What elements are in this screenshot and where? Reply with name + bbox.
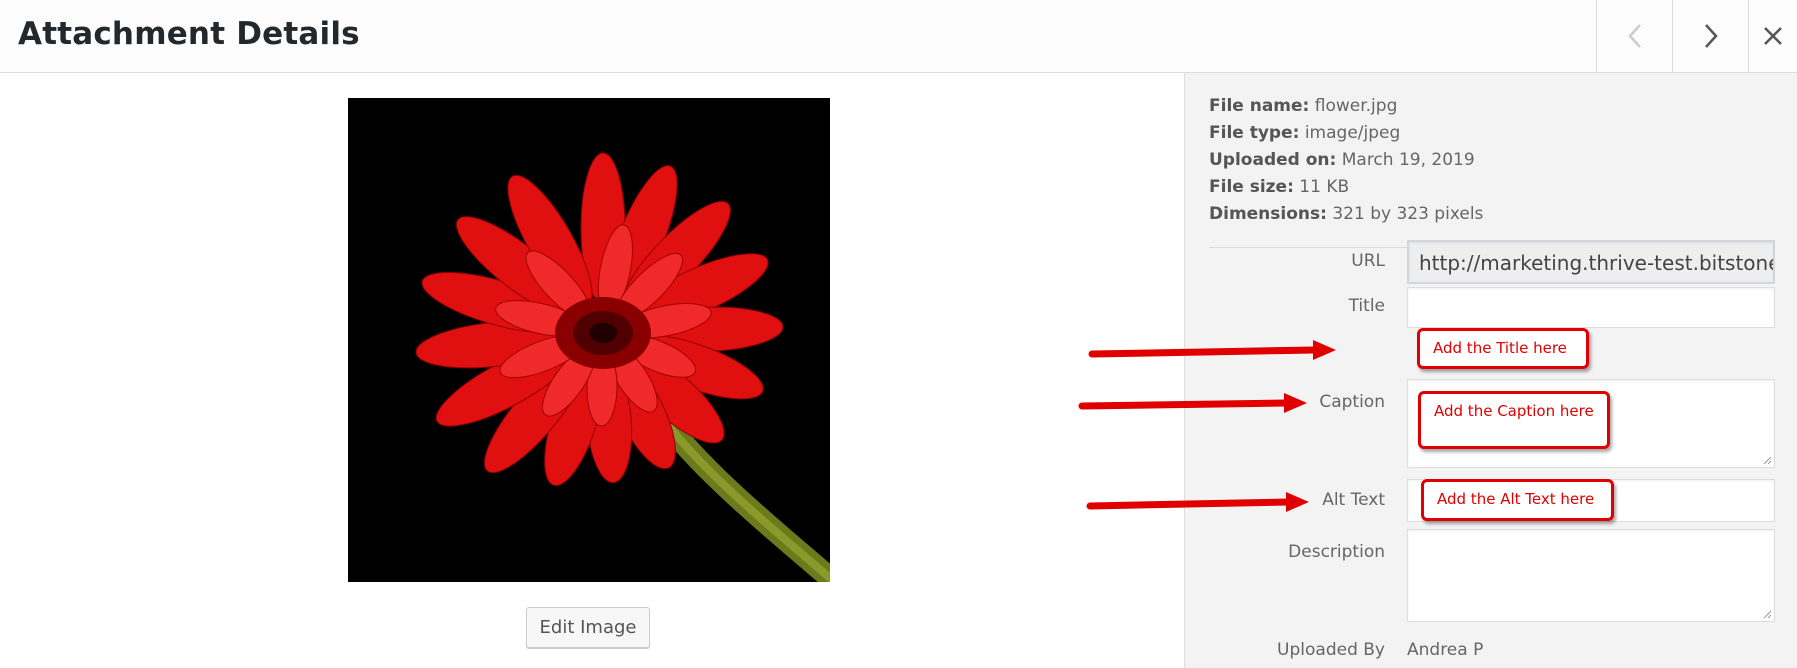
close-button[interactable] (1748, 0, 1797, 72)
uploaded-by-value: Andrea P (1407, 640, 1484, 660)
file-info-value: flower.jpg (1314, 96, 1398, 116)
file-info-value: image/jpeg (1304, 123, 1401, 143)
close-icon (1764, 27, 1782, 45)
file-info-label: Uploaded on: (1209, 150, 1337, 170)
modal-header: Attachment Details (0, 0, 1797, 73)
next-button[interactable] (1672, 0, 1748, 72)
page-title: Attachment Details (18, 16, 360, 52)
file-info-label: File size: (1209, 177, 1294, 197)
attachment-sidebar: File name: flower.jpg File type: image/j… (1184, 73, 1797, 668)
title-label: Title (1348, 296, 1385, 316)
file-type-row: File type: image/jpeg (1209, 120, 1483, 147)
url-label: URL (1351, 251, 1385, 271)
file-info-value: 321 by 323 pixels (1332, 204, 1484, 224)
uploaded-by-label: Uploaded By (1277, 640, 1385, 660)
resize-grip-icon[interactable] (1763, 610, 1772, 619)
file-size-row: File size: 11 KB (1209, 174, 1483, 201)
caption-annotation: Add the Caption here (1418, 391, 1610, 449)
file-info-value: 11 KB (1299, 177, 1350, 197)
file-info-label: Dimensions: (1209, 204, 1327, 224)
file-info-label: File type: (1209, 123, 1300, 143)
file-info-value: March 19, 2019 (1341, 150, 1475, 170)
caption-label: Caption (1319, 392, 1385, 412)
file-info: File name: flower.jpg File type: image/j… (1209, 93, 1483, 228)
media-preview-area: Edit Image (0, 73, 1184, 668)
attachment-image (348, 98, 830, 582)
flower-illustration (348, 98, 830, 582)
title-annotation: Add the Title here (1417, 328, 1589, 369)
description-textarea[interactable] (1407, 529, 1775, 622)
chevron-right-icon (1704, 24, 1718, 48)
title-input[interactable] (1407, 287, 1775, 328)
edit-image-button[interactable]: Edit Image (526, 607, 650, 648)
url-field[interactable]: http://marketing.thrive-test.bitstoneint (1407, 240, 1775, 284)
file-name-row: File name: flower.jpg (1209, 93, 1483, 120)
chevron-left-icon (1627, 24, 1641, 48)
dimensions-row: Dimensions: 321 by 323 pixels (1209, 201, 1483, 228)
resize-grip-icon[interactable] (1763, 456, 1772, 465)
alt-text-label: Alt Text (1322, 490, 1385, 510)
uploaded-on-row: Uploaded on: March 19, 2019 (1209, 147, 1483, 174)
description-label: Description (1288, 542, 1385, 562)
alt-text-annotation: Add the Alt Text here (1421, 479, 1614, 521)
previous-button[interactable] (1596, 0, 1672, 72)
file-info-label: File name: (1209, 96, 1310, 116)
